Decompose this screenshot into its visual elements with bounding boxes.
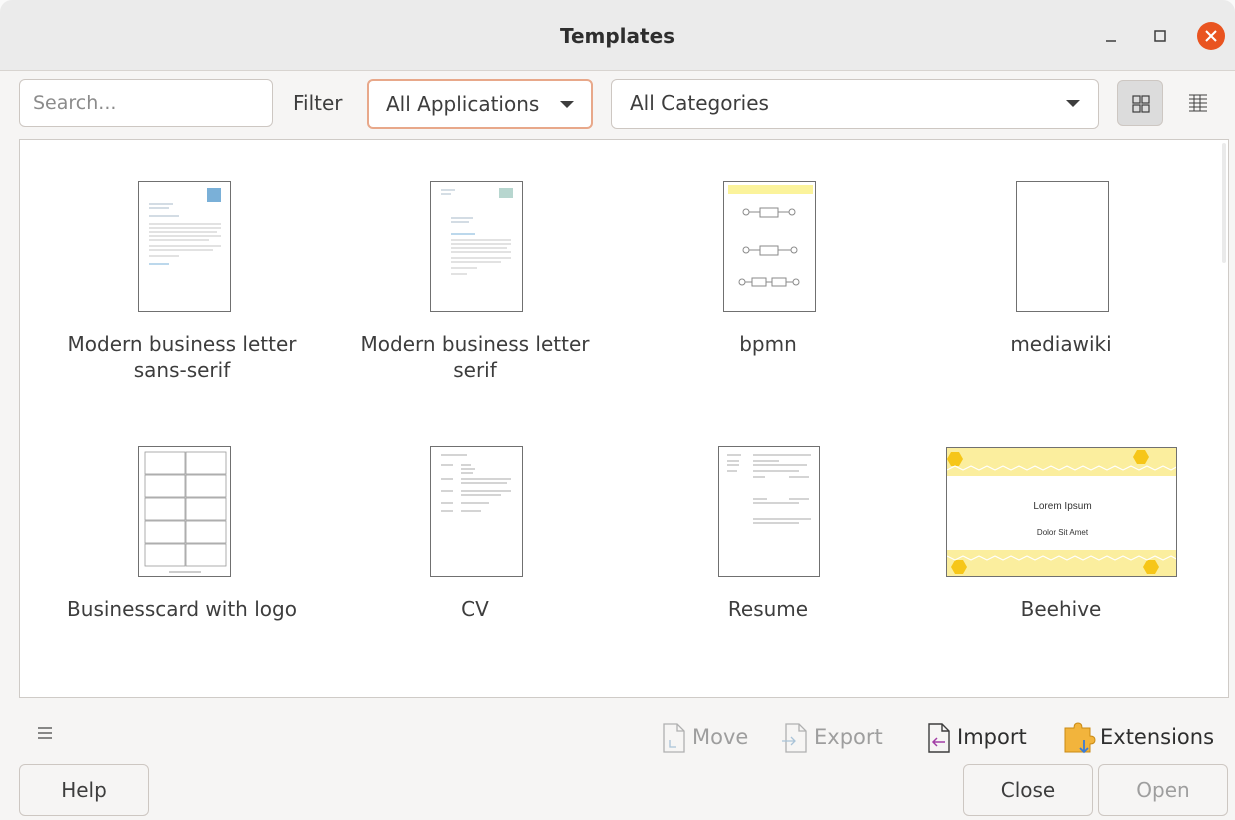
minimize-button[interactable] — [1097, 22, 1125, 50]
puzzle-extensions-icon — [1064, 722, 1096, 754]
list-view-button[interactable] — [1175, 80, 1221, 126]
move-button[interactable]: Move — [660, 722, 748, 754]
grid-view-icon — [1132, 95, 1150, 113]
title-bar: Templates — [0, 0, 1235, 71]
extensions-button[interactable]: Extensions — [1062, 722, 1214, 754]
maximize-icon — [1154, 30, 1166, 42]
close-window-button[interactable] — [1197, 22, 1225, 50]
export-document-icon — [782, 723, 807, 753]
filter-label: Filter — [293, 91, 343, 115]
hamburger-menu-icon — [38, 727, 52, 739]
template-item[interactable]: Modern business letter serif — [330, 140, 620, 400]
template-thumbnail — [430, 181, 523, 312]
template-thumbnail — [1016, 181, 1109, 312]
window-title: Templates — [559, 24, 676, 48]
template-name: Resume — [623, 596, 913, 622]
chevron-down-icon — [560, 101, 574, 108]
extensions-label: Extensions — [1100, 725, 1215, 749]
template-name: Modern business letter serif — [330, 331, 620, 383]
import-label: Import — [957, 725, 1027, 749]
template-name-line: CV — [461, 597, 489, 621]
export-label: Export — [814, 725, 883, 749]
move-document-icon — [663, 723, 685, 753]
maximize-button[interactable] — [1146, 22, 1174, 50]
open-button[interactable]: Open — [1098, 764, 1228, 816]
help-button[interactable]: Help — [19, 764, 149, 816]
export-button[interactable]: Export — [782, 722, 883, 754]
template-thumbnail — [138, 446, 231, 577]
template-thumbnail — [430, 446, 523, 577]
category-filter-value: All Categories — [630, 91, 769, 115]
list-view-icon — [1189, 94, 1207, 112]
application-filter-value: All Applications — [386, 92, 540, 116]
template-name-line: Businesscard with logo — [67, 597, 297, 621]
template-item[interactable]: Lorem Ipsum Dolor Sit Amet Beehive — [916, 405, 1206, 621]
beehive-pattern — [947, 448, 1176, 576]
category-filter-dropdown[interactable]: All Categories — [611, 79, 1099, 129]
template-name: Beehive — [916, 596, 1206, 622]
template-name-line: Beehive — [1020, 597, 1102, 621]
template-name: mediawiki — [916, 331, 1206, 357]
template-item[interactable]: mediawiki — [916, 140, 1206, 400]
template-name-line: Modern business letter — [360, 332, 590, 356]
templates-dialog: Templates Filter All Applications All Ca… — [0, 0, 1235, 820]
template-name-line: mediawiki — [1010, 332, 1112, 356]
application-filter-dropdown[interactable]: All Applications — [367, 79, 593, 129]
template-item[interactable]: Modern business letter sans-serif — [37, 140, 327, 400]
beehive-preview-subtitle: Dolor Sit Amet — [1036, 528, 1089, 537]
template-name: Businesscard with logo — [37, 596, 327, 622]
template-grid[interactable]: Modern business letter sans-serif Modern… — [19, 139, 1229, 698]
hamburger-menu-button[interactable] — [37, 722, 53, 747]
template-thumbnail — [138, 181, 231, 312]
template-item[interactable]: Businesscard with logo — [37, 405, 327, 621]
import-document-icon — [928, 723, 950, 753]
template-name-line: serif — [453, 358, 497, 382]
minimize-icon — [1106, 40, 1116, 42]
template-name-line: bpmn — [739, 332, 797, 356]
close-icon — [1205, 30, 1217, 42]
close-button[interactable]: Close — [963, 764, 1093, 816]
template-item[interactable]: Resume — [623, 405, 913, 621]
template-name: Modern business letter sans-serif — [37, 331, 327, 383]
thumbnail-view-button[interactable] — [1117, 80, 1163, 126]
template-thumbnail — [718, 446, 820, 577]
template-name: bpmn — [623, 331, 913, 357]
chevron-down-icon — [1066, 100, 1080, 107]
template-thumbnail: Lorem Ipsum Dolor Sit Amet — [946, 447, 1177, 577]
template-name: CV — [330, 596, 620, 622]
import-button[interactable]: Import — [925, 722, 1027, 754]
move-label: Move — [692, 725, 749, 749]
template-thumbnail — [723, 181, 816, 312]
search-input[interactable] — [19, 79, 273, 127]
template-item[interactable]: bpmn — [623, 140, 913, 400]
beehive-preview-title: Lorem Ipsum — [1033, 501, 1092, 512]
template-name-line: Modern business letter — [67, 332, 297, 356]
template-name-line: Resume — [727, 597, 809, 621]
template-name-line: sans-serif — [133, 358, 231, 382]
template-item[interactable]: CV — [330, 405, 620, 621]
scrollbar[interactable] — [1222, 143, 1226, 263]
